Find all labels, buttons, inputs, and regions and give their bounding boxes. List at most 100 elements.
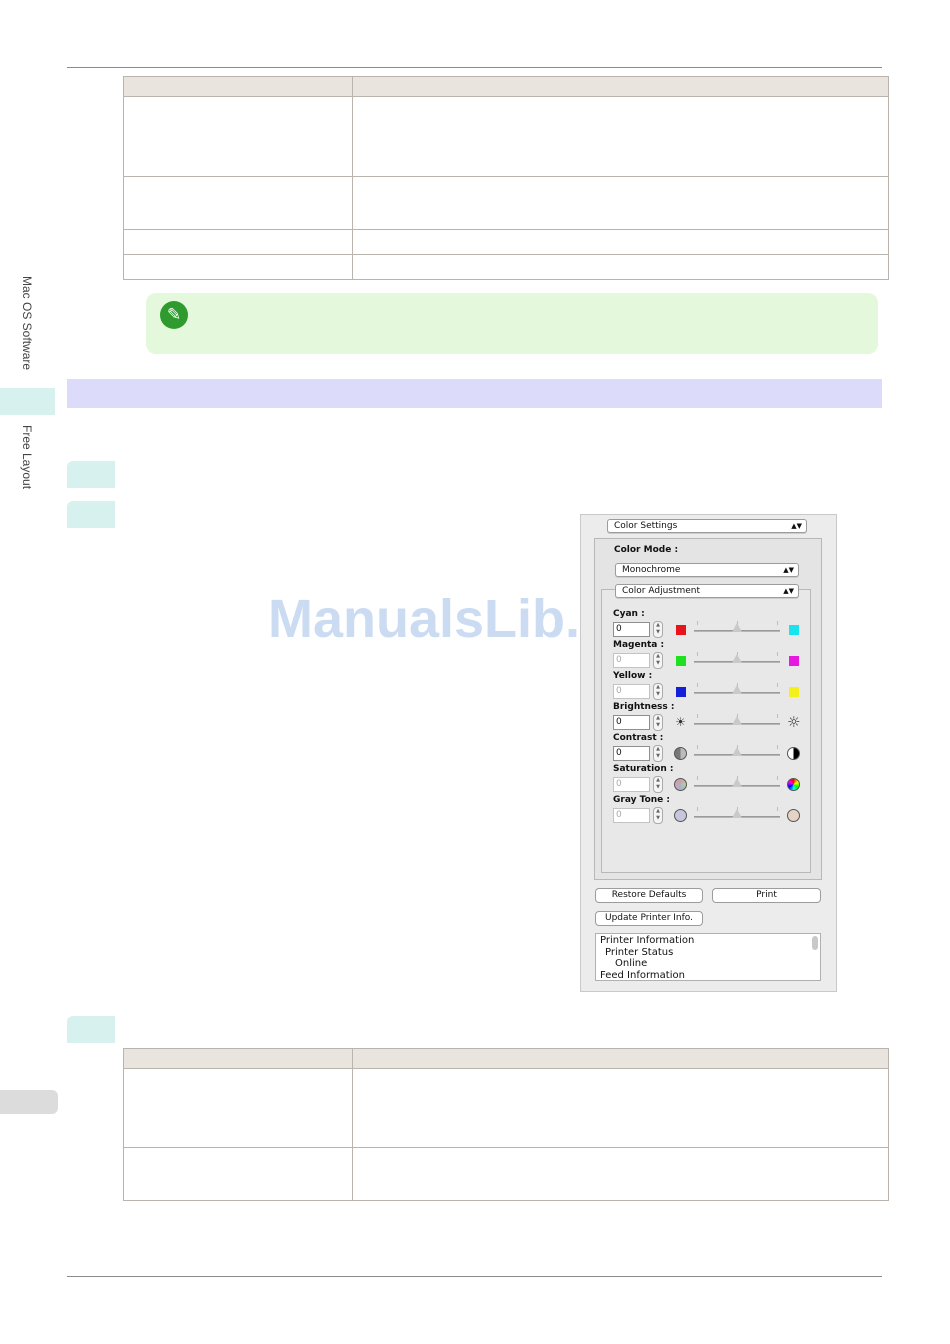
value-stepper[interactable]: ▲ ▼ bbox=[653, 776, 663, 793]
step-marker-3 bbox=[67, 1016, 115, 1043]
table-row bbox=[123, 254, 889, 280]
color-mode-select[interactable]: Monochrome ▲▼ bbox=[615, 563, 799, 577]
table-header-row bbox=[123, 1048, 889, 1069]
table-header-row bbox=[123, 76, 889, 97]
popup-arrows-icon: ▲▼ bbox=[791, 522, 802, 530]
side-label-free-layout: Free Layout bbox=[20, 425, 34, 490]
slider-tick bbox=[777, 807, 778, 811]
slider-label: Magenta : bbox=[613, 640, 665, 650]
table-cell bbox=[123, 96, 353, 177]
table-row bbox=[123, 96, 889, 177]
slider-tick bbox=[697, 807, 698, 811]
color-adjustment-popup[interactable]: Color Adjustment ▲▼ bbox=[615, 584, 799, 598]
slider-value-field[interactable]: 0 bbox=[613, 746, 650, 761]
table-cell bbox=[352, 1147, 889, 1201]
header-rule bbox=[67, 67, 882, 68]
table-header-cell bbox=[352, 76, 889, 97]
color-adjustment-label: Color Adjustment bbox=[622, 586, 701, 596]
value-stepper[interactable]: ▲ ▼ bbox=[653, 714, 663, 731]
table-header-cell bbox=[352, 1048, 889, 1069]
left-color-swatch bbox=[676, 656, 686, 666]
side-label-mac-os-software: Mac OS Software bbox=[20, 276, 34, 371]
slider-value-field[interactable]: 0 bbox=[613, 777, 650, 792]
list-item: Printer Information bbox=[600, 935, 695, 946]
right-color-swatch bbox=[789, 687, 799, 697]
slider-label: Saturation : bbox=[613, 764, 674, 774]
step-marker-2 bbox=[67, 501, 115, 528]
value-stepper[interactable]: ▲ ▼ bbox=[653, 621, 663, 638]
section-heading-bar bbox=[67, 379, 882, 408]
slider-value-field[interactable]: 0 bbox=[613, 684, 650, 699]
slider-tick bbox=[777, 652, 778, 656]
printer-info-list[interactable]: Printer Information Printer Status Onlin… bbox=[595, 933, 821, 981]
table-cell bbox=[123, 1147, 353, 1201]
update-printer-info-button[interactable]: Update Printer Info. bbox=[595, 911, 703, 926]
slider-thumb[interactable] bbox=[732, 654, 742, 663]
slider-tick bbox=[697, 714, 698, 718]
list-item: Feed Information bbox=[600, 969, 685, 981]
table-cell bbox=[352, 1068, 889, 1148]
warm-gray-icon bbox=[787, 809, 800, 822]
settings-table-bottom bbox=[123, 1048, 889, 1201]
color-mode-label: Color Mode : bbox=[614, 545, 679, 555]
low-saturation-icon bbox=[674, 778, 687, 791]
settings-popup[interactable]: Color Settings ▲▼ bbox=[607, 519, 807, 533]
restore-defaults-button[interactable]: Restore Defaults bbox=[595, 888, 703, 903]
list-item: Printer Status bbox=[605, 946, 674, 958]
right-color-swatch bbox=[789, 625, 799, 635]
color-settings-panel: Color Settings ▲▼ Color Mode : Monochrom… bbox=[580, 514, 837, 992]
slider-label: Contrast : bbox=[613, 733, 664, 743]
left-color-swatch bbox=[676, 687, 686, 697]
slider-label: Yellow : bbox=[613, 671, 653, 681]
popup-arrows-icon: ▲▼ bbox=[783, 587, 794, 595]
slider-thumb[interactable] bbox=[732, 685, 742, 694]
sun-bright-icon: ☼ bbox=[787, 713, 801, 731]
slider-value-field[interactable]: 0 bbox=[613, 715, 650, 730]
table-cell bbox=[352, 229, 889, 255]
table-cell bbox=[352, 254, 889, 280]
table-cell bbox=[123, 254, 353, 280]
slider-label: Cyan : bbox=[613, 609, 645, 619]
table-cell bbox=[352, 96, 889, 177]
low-contrast-icon bbox=[674, 747, 687, 760]
pencil-note-icon: ✎ bbox=[160, 301, 188, 329]
slider-tick bbox=[777, 714, 778, 718]
slider-value-field[interactable]: 0 bbox=[613, 622, 650, 637]
slider-value-field[interactable]: 0 bbox=[613, 808, 650, 823]
slider-tick bbox=[777, 621, 778, 625]
right-color-swatch bbox=[789, 656, 799, 666]
slider-tick bbox=[777, 683, 778, 687]
scrollbar[interactable] bbox=[812, 936, 818, 950]
table-row bbox=[123, 1068, 889, 1148]
slider-label: Brightness : bbox=[613, 702, 675, 712]
table-cell bbox=[123, 1068, 353, 1148]
step-marker-1 bbox=[67, 461, 115, 488]
table-header-cell bbox=[123, 76, 353, 97]
left-color-swatch bbox=[676, 625, 686, 635]
slider-thumb[interactable] bbox=[732, 809, 742, 818]
slider-thumb[interactable] bbox=[732, 716, 742, 725]
slider-tick bbox=[697, 621, 698, 625]
settings-popup-label: Color Settings bbox=[614, 521, 678, 531]
note-box bbox=[146, 293, 878, 354]
slider-value-field[interactable]: 0 bbox=[613, 653, 650, 668]
table-row bbox=[123, 229, 889, 255]
print-button[interactable]: Print bbox=[712, 888, 821, 903]
list-item: Online bbox=[615, 958, 648, 969]
side-tab-marker bbox=[0, 388, 55, 415]
high-saturation-icon bbox=[787, 778, 800, 791]
slider-thumb[interactable] bbox=[732, 747, 742, 756]
table-header-cell bbox=[123, 1048, 353, 1069]
slider-thumb[interactable] bbox=[732, 623, 742, 632]
footer-rule bbox=[67, 1276, 882, 1277]
slider-thumb[interactable] bbox=[732, 778, 742, 787]
table-cell bbox=[352, 176, 889, 230]
cool-gray-icon bbox=[674, 809, 687, 822]
value-stepper[interactable]: ▲ ▼ bbox=[653, 652, 663, 669]
value-stepper[interactable]: ▲ ▼ bbox=[653, 683, 663, 700]
popup-arrows-icon: ▲▼ bbox=[783, 566, 794, 574]
value-stepper[interactable]: ▲ ▼ bbox=[653, 807, 663, 824]
value-stepper[interactable]: ▲ ▼ bbox=[653, 745, 663, 762]
slider-tick bbox=[697, 745, 698, 749]
color-mode-value: Monochrome bbox=[622, 565, 681, 575]
